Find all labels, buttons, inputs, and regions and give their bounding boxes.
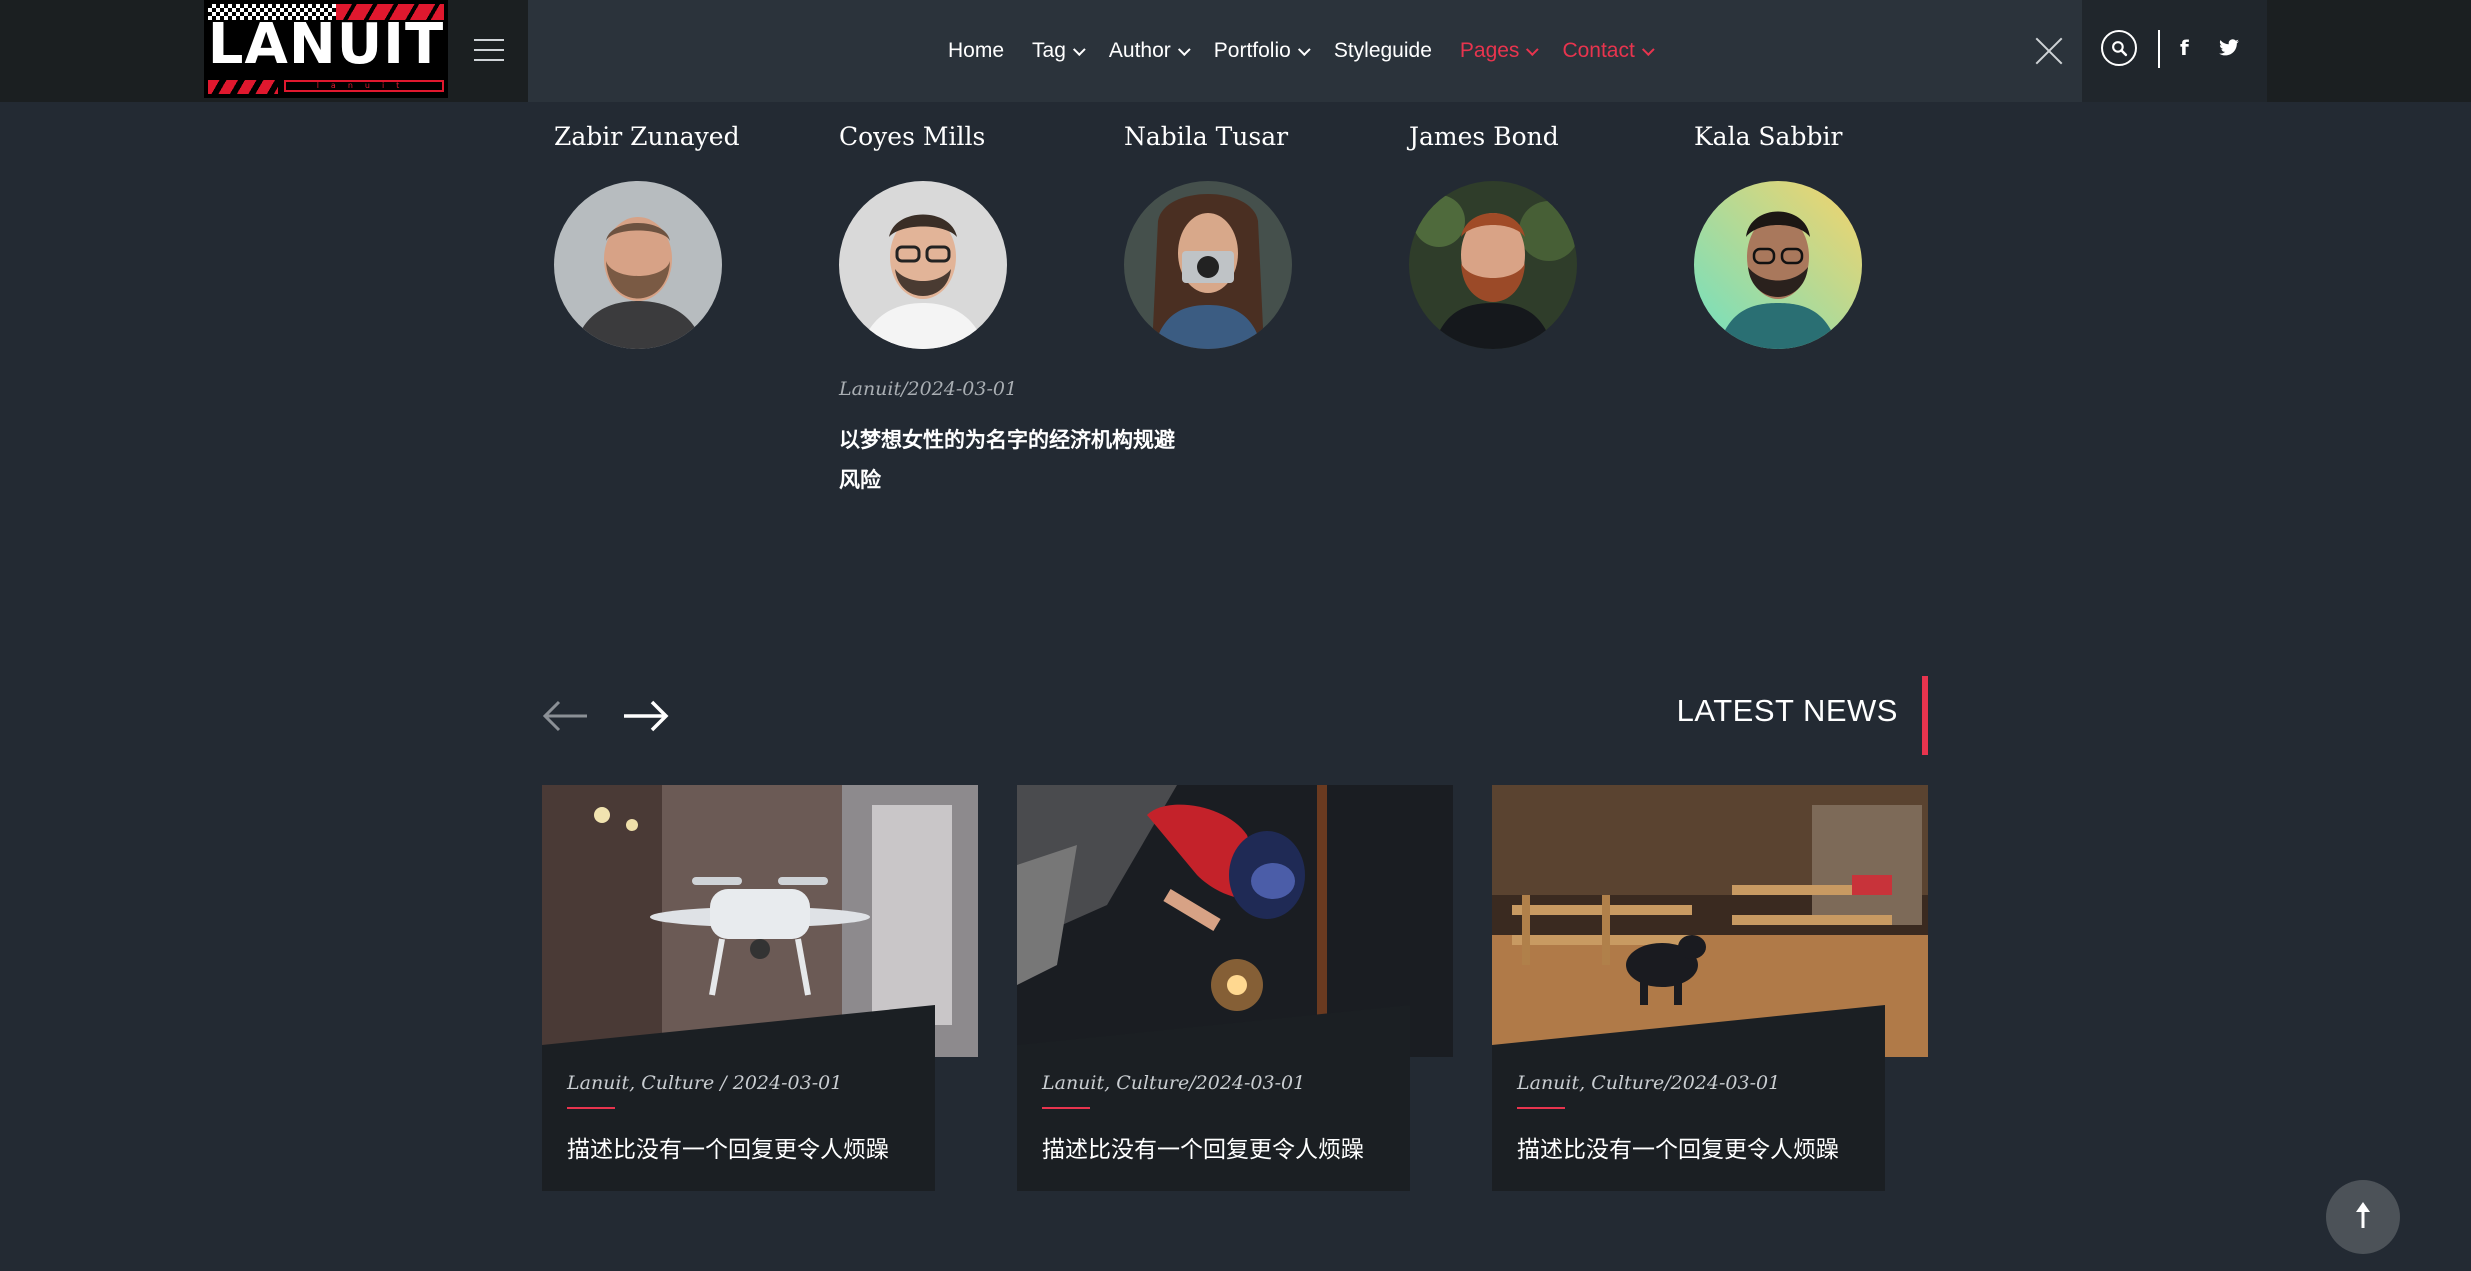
nav-item-styleguide[interactable]: Styleguide [1334, 39, 1432, 63]
author-card[interactable]: Kala Sabbir [1694, 122, 1894, 349]
avatar[interactable] [1409, 181, 1577, 349]
arrow-up-icon [2356, 1202, 2370, 1228]
author-card[interactable]: Zabir Zunayed [554, 122, 754, 349]
news-title-link[interactable]: 描述比没有一个回复更令人烦躁 [567, 1130, 889, 1164]
meta-underline [1042, 1107, 1090, 1109]
author-name[interactable]: James Bond [1409, 122, 1609, 151]
arrow-right-icon[interactable] [622, 692, 670, 744]
site-logo[interactable]: LANUIT lanuit [204, 0, 448, 98]
nav-item-contact[interactable]: Contact [1562, 39, 1655, 63]
author-name[interactable]: Zabir Zunayed [554, 122, 754, 151]
nav-item-pages[interactable]: Pages [1460, 39, 1540, 63]
hamburger-icon [474, 39, 504, 41]
nav-item-portfolio[interactable]: Portfolio [1214, 39, 1311, 63]
menu-toggle-button[interactable] [448, 0, 528, 102]
author-name[interactable]: Kala Sabbir [1694, 122, 1894, 151]
post-meta: Lanuit/2024-03-01 [839, 378, 1018, 400]
logo-stripes [208, 80, 278, 94]
meta-underline [1517, 1107, 1565, 1109]
avatar[interactable] [1694, 181, 1862, 349]
search-icon [2112, 41, 2128, 57]
news-card[interactable]: Lanuit, Culture/2024-03-01 描述比没有一个回复更令人烦… [1492, 785, 1928, 1191]
twitter-icon[interactable] [2218, 38, 2240, 62]
close-icon[interactable] [2034, 36, 2064, 66]
author-name[interactable]: Coyes Mills [839, 122, 1039, 151]
author-card[interactable]: Coyes Mills [839, 122, 1039, 349]
avatar[interactable] [554, 181, 722, 349]
news-card[interactable]: Lanuit, Culture / 2024-03-01 描述比没有一个回复更令… [542, 785, 978, 1191]
nav-item-home[interactable]: Home [948, 39, 1004, 63]
news-title-link[interactable]: 描述比没有一个回复更令人烦躁 [1042, 1130, 1364, 1164]
logo-subtitle: lanuit [284, 80, 444, 92]
avatar[interactable] [839, 181, 1007, 349]
logo-wordmark: LANUIT [207, 12, 445, 77]
chevron-down-icon [1072, 43, 1086, 57]
nav-item-author[interactable]: Author [1109, 39, 1191, 63]
news-card[interactable]: Lanuit, Culture/2024-03-01 描述比没有一个回复更令人烦… [1017, 785, 1453, 1191]
section-accent-bar [1922, 676, 1928, 755]
nav-item-tag[interactable]: Tag [1032, 39, 1086, 63]
post-title-link[interactable]: 以梦想女性的为名字的经济机构规避风险 [839, 420, 1179, 500]
main-nav: Home Tag Author Portfolio Styleguide Pag… [948, 0, 1678, 102]
news-meta: Lanuit, Culture / 2024-03-01 [567, 1072, 843, 1094]
news-meta: Lanuit, Culture/2024-03-01 [1517, 1072, 1781, 1094]
section-title: LATEST NEWS [1676, 693, 1898, 728]
chevron-down-icon [1641, 43, 1655, 57]
search-button[interactable] [2101, 30, 2137, 66]
facebook-icon[interactable]: f [2180, 36, 2189, 60]
author-name[interactable]: Nabila Tusar [1124, 122, 1324, 151]
chevron-down-icon [1297, 43, 1311, 57]
news-title-link[interactable]: 描述比没有一个回复更令人烦躁 [1517, 1130, 1839, 1164]
meta-underline [567, 1107, 615, 1109]
back-to-top-button[interactable] [2326, 1180, 2400, 1254]
chevron-down-icon [1526, 43, 1540, 57]
author-card[interactable]: James Bond [1409, 122, 1609, 349]
chevron-down-icon [1177, 43, 1191, 57]
news-meta: Lanuit, Culture/2024-03-01 [1042, 1072, 1306, 1094]
header-divider [2158, 30, 2160, 68]
author-card[interactable]: Nabila Tusar [1124, 122, 1324, 349]
avatar[interactable] [1124, 181, 1292, 349]
arrow-left-icon[interactable] [541, 692, 589, 744]
